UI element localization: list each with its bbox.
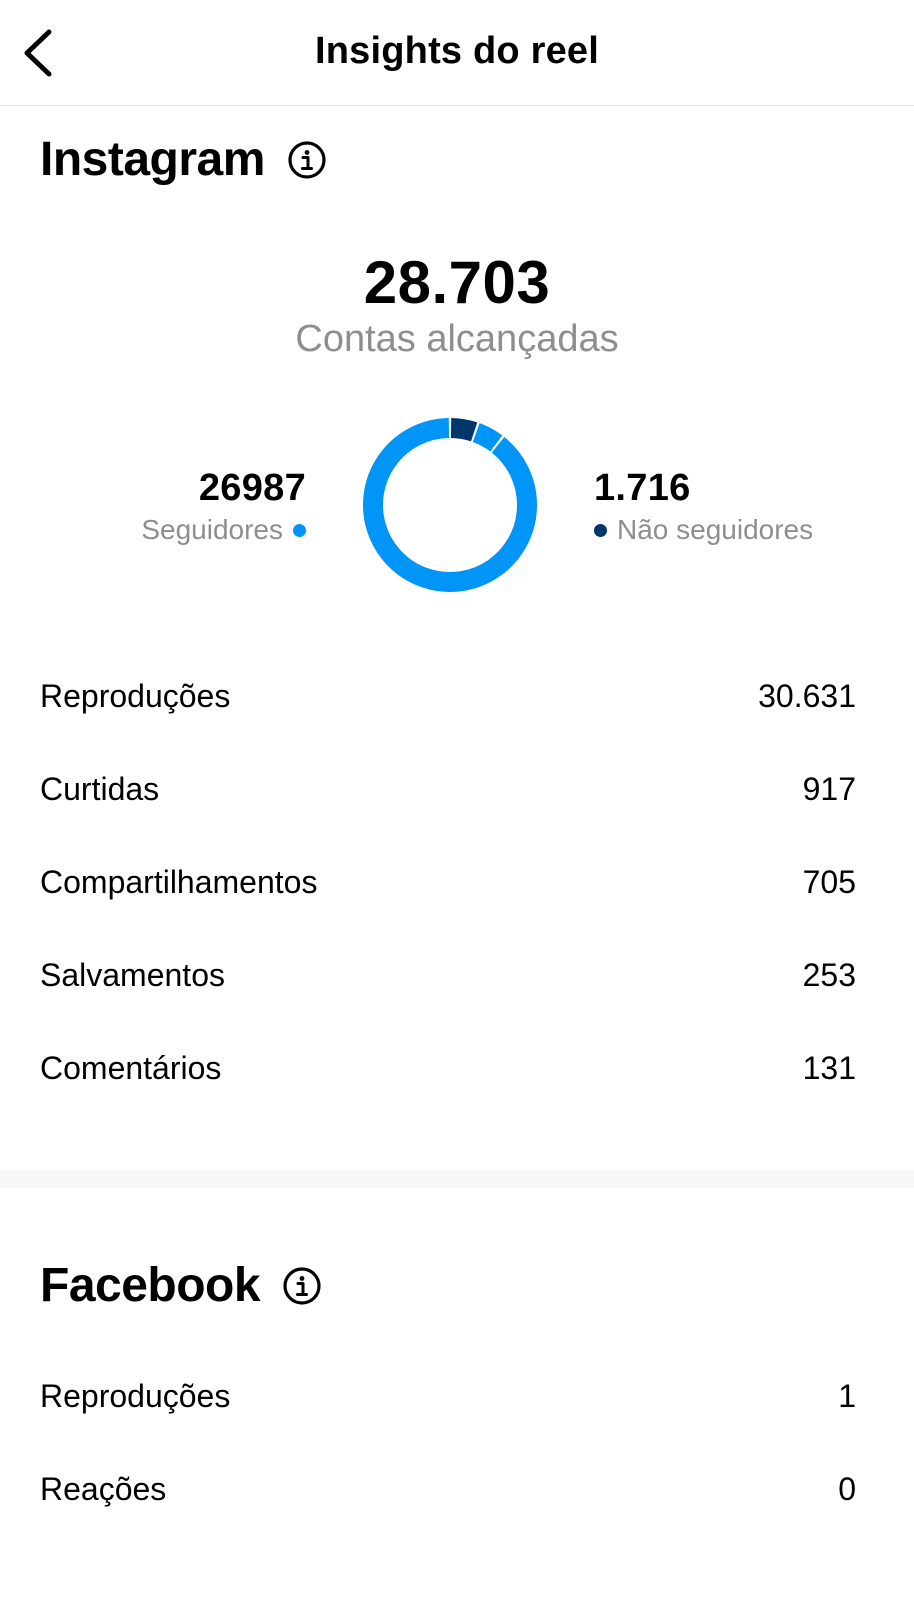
metric-value: 131 bbox=[802, 1049, 856, 1086]
facebook-section-title: Facebook bbox=[40, 1258, 322, 1313]
metric-label: Compartilhamentos bbox=[40, 863, 318, 900]
metric-value: 253 bbox=[802, 956, 856, 993]
followers-legend: Seguidores bbox=[141, 514, 306, 546]
metric-label: Reações bbox=[40, 1470, 167, 1507]
facebook-metric-row-reactions: Reações 0 bbox=[40, 1459, 856, 1519]
metric-row-comments: Comentários 131 bbox=[40, 1038, 856, 1098]
followers-summary: 26987 Seguidores bbox=[141, 466, 306, 546]
facebook-title-text: Facebook bbox=[40, 1259, 261, 1312]
donut-segment-non-followers-primary bbox=[450, 418, 478, 442]
followers-count: 26987 bbox=[198, 467, 306, 509]
accounts-reached-label: Contas alcançadas bbox=[295, 318, 619, 360]
accounts-reached-value: 28.703 bbox=[363, 249, 551, 316]
non-followers-legend-dot bbox=[594, 523, 607, 537]
non-followers-legend: Não seguidores bbox=[594, 514, 813, 546]
metric-label: Reproduções bbox=[40, 1377, 231, 1414]
followers-label: Seguidores bbox=[141, 514, 283, 545]
donut-segment-non-followers-secondary bbox=[472, 423, 503, 452]
audience-donut-chart bbox=[363, 418, 537, 592]
facebook-metric-row-plays: Reproduções 1 bbox=[40, 1366, 856, 1426]
metric-label: Comentários bbox=[40, 1049, 222, 1086]
metric-row-saves: Salvamentos 253 bbox=[40, 945, 856, 1005]
non-followers-count: 1.716 bbox=[594, 467, 691, 509]
top-bar: Insights do reel bbox=[0, 0, 914, 106]
donut-segment-followers bbox=[363, 418, 537, 592]
metric-value: 917 bbox=[802, 770, 856, 807]
metric-value: 0 bbox=[838, 1470, 856, 1507]
facebook-info-button[interactable] bbox=[282, 1266, 322, 1306]
metric-row-plays: Reproduções 30.631 bbox=[40, 666, 856, 726]
metric-label: Salvamentos bbox=[40, 956, 225, 993]
section-divider bbox=[0, 1170, 914, 1188]
non-followers-summary: 1.716 Não seguidores bbox=[594, 466, 813, 546]
info-icon bbox=[283, 1266, 321, 1305]
instagram-info-button[interactable] bbox=[287, 140, 327, 180]
metric-label: Reproduções bbox=[40, 677, 231, 714]
info-icon bbox=[288, 140, 326, 179]
metric-row-likes: Curtidas 917 bbox=[40, 759, 856, 819]
followers-legend-dot bbox=[293, 523, 306, 537]
instagram-title-text: Instagram bbox=[40, 133, 265, 186]
metric-row-shares: Compartilhamentos 705 bbox=[40, 852, 856, 912]
metric-value: 30.631 bbox=[758, 677, 856, 714]
metric-value: 1 bbox=[838, 1377, 856, 1414]
page-title: Insights do reel bbox=[314, 30, 600, 72]
metric-label: Curtidas bbox=[40, 770, 160, 807]
metric-value: 705 bbox=[802, 863, 856, 900]
instagram-section-title: Instagram bbox=[40, 132, 327, 187]
non-followers-label: Não seguidores bbox=[617, 514, 814, 545]
